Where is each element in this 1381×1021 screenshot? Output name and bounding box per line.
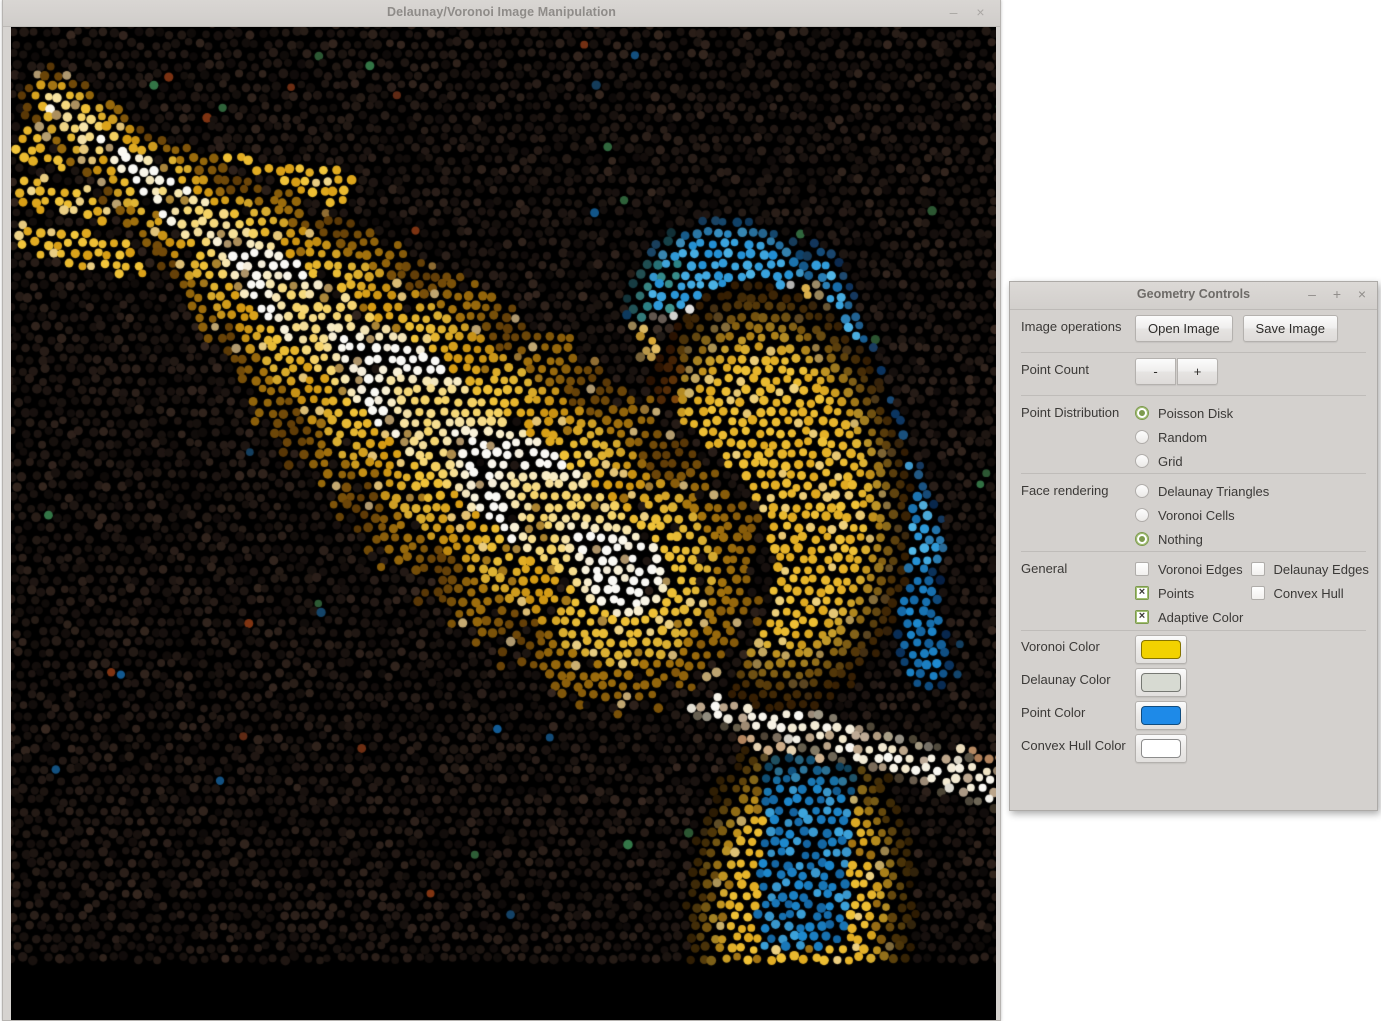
radio-label: Delaunay Triangles [1158, 483, 1270, 499]
label-point-distribution: Point Distribution [1021, 405, 1120, 420]
checkbox-voronoi-edges[interactable]: Voronoi Edges [1135, 557, 1251, 581]
checkbox-unchecked-icon [1250, 586, 1265, 600]
radio-delaunay-triangles[interactable]: Delaunay Triangles [1135, 479, 1366, 503]
radio-label: Grid [1158, 453, 1183, 469]
panel-titlebar[interactable]: Geometry Controls – + × [1010, 282, 1377, 310]
radio-label: Nothing [1158, 531, 1203, 547]
checkbox-delaunay-edges[interactable]: Delaunay Edges [1250, 557, 1369, 581]
radio-unselected-icon [1135, 454, 1149, 468]
checkbox-label: Voronoi Edges [1158, 561, 1243, 577]
checkbox-points[interactable]: Points [1135, 581, 1251, 605]
voronoi-color-swatch [1141, 640, 1181, 659]
label-general: General [1021, 561, 1068, 576]
stipple-image-canvas[interactable] [11, 27, 996, 1020]
save-image-button[interactable]: Save Image [1242, 315, 1338, 342]
point-count-stepper: - + [1135, 358, 1366, 385]
checkbox-checked-icon [1135, 585, 1149, 600]
radio-unselected-icon [1135, 484, 1149, 498]
delaunay-color-swatch [1141, 673, 1181, 692]
row-delaunay-color: Delaunay Color [1010, 664, 1377, 697]
row-point-distribution: Point Distribution Poisson Disk Random G… [1010, 396, 1377, 473]
image-canvas-area[interactable] [11, 27, 996, 1020]
geometry-controls-panel: Geometry Controls – + × Image operations… [1009, 281, 1378, 811]
radio-random[interactable]: Random [1135, 425, 1366, 449]
panel-window-buttons: – + × [1305, 285, 1369, 303]
checkbox-label: Points [1158, 585, 1195, 601]
checkbox-unchecked-icon [1135, 562, 1149, 576]
row-general: General Voronoi Edges Delaunay Edges × P… [1010, 552, 1377, 630]
delaunay-color-button[interactable] [1135, 668, 1187, 697]
radio-voronoi-cells[interactable]: Voronoi Cells [1135, 503, 1366, 527]
label-delaunay-color: Delaunay Color [1021, 672, 1111, 687]
row-convex-hull-color: Convex Hull Color [1010, 730, 1377, 763]
point-count-increment-button[interactable]: + [1177, 358, 1218, 385]
radio-unselected-icon [1135, 508, 1149, 522]
label-point-count: Point Count [1021, 362, 1089, 377]
checkbox-label: Delaunay Edges [1273, 561, 1369, 577]
close-icon[interactable]: × [973, 4, 988, 20]
radio-unselected-icon [1135, 430, 1149, 444]
point-color-button[interactable] [1135, 701, 1187, 730]
row-point-color: Point Color [1010, 697, 1377, 730]
row-face-rendering: Face rendering Delaunay Triangles Vorono… [1010, 474, 1377, 551]
label-image-operations: Image operations [1021, 319, 1122, 334]
row-image-operations: Image operations Open Image Save Image [1010, 310, 1377, 352]
radio-nothing[interactable]: Nothing [1135, 527, 1366, 551]
open-image-button[interactable]: Open Image [1135, 315, 1233, 342]
panel-close-icon[interactable]: × [1355, 285, 1369, 303]
radio-label: Poisson Disk [1158, 405, 1234, 421]
radio-label: Random [1158, 429, 1208, 445]
radio-selected-icon [1135, 532, 1149, 546]
main-window-titlebar[interactable]: Delaunay/Voronoi Image Manipulation – × [3, 0, 1000, 27]
main-window-buttons: – × [946, 4, 988, 20]
row-point-count: Point Count - + [1010, 353, 1377, 395]
convex-hull-color-button[interactable] [1135, 734, 1187, 763]
minimize-icon[interactable]: – [946, 4, 961, 20]
checkbox-label: Convex Hull [1273, 585, 1344, 601]
checkbox-label: Adaptive Color [1158, 609, 1244, 625]
label-convex-hull-color: Convex Hull Color [1021, 738, 1126, 753]
voronoi-color-button[interactable] [1135, 635, 1187, 664]
radio-grid[interactable]: Grid [1135, 449, 1366, 473]
panel-maximize-icon[interactable]: + [1330, 285, 1344, 303]
checkbox-convex-hull[interactable]: Convex Hull [1250, 581, 1367, 605]
point-color-swatch [1141, 706, 1181, 725]
convex-hull-color-swatch [1141, 739, 1181, 758]
checkbox-adaptive-color[interactable]: Adaptive Color [1135, 605, 1366, 629]
checkbox-unchecked-icon [1250, 562, 1265, 576]
radio-label: Voronoi Cells [1158, 507, 1235, 523]
row-voronoi-color: Voronoi Color [1010, 631, 1377, 664]
main-window-title: Delaunay/Voronoi Image Manipulation [387, 5, 616, 19]
radio-selected-icon [1135, 406, 1149, 420]
radio-poisson-disk[interactable]: Poisson Disk [1135, 401, 1366, 425]
checkbox-checked-icon [1135, 609, 1149, 624]
panel-body: Image operations Open Image Save Image P… [1010, 310, 1377, 763]
label-point-color: Point Color [1021, 705, 1086, 720]
label-voronoi-color: Voronoi Color [1021, 639, 1100, 654]
general-checkbox-grid: Voronoi Edges Delaunay Edges × Points Co… [1135, 557, 1369, 629]
label-face-rendering: Face rendering [1021, 483, 1109, 498]
point-count-decrement-button[interactable]: - [1135, 358, 1176, 385]
panel-minimize-icon[interactable]: – [1305, 285, 1319, 303]
main-window: Delaunay/Voronoi Image Manipulation – × [2, 0, 1001, 1021]
